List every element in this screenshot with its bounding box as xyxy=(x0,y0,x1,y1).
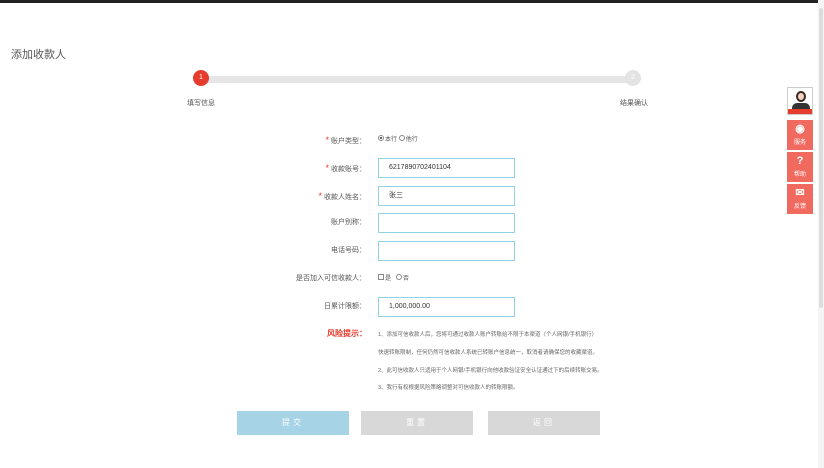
checkbox-trusted-yes[interactable] xyxy=(378,274,384,281)
step-indicator: 1 2 xyxy=(193,70,643,90)
eye-icon: ◉ xyxy=(795,123,805,135)
risk-line: 1、添加可信收款人后，您将可通过收款人账户转账给不限于本渠道（个人网银/手机银行… xyxy=(378,332,598,338)
daily-limit-input[interactable]: 1,000,000.00 xyxy=(378,297,515,317)
service-avatar[interactable] xyxy=(787,87,813,115)
daily-limit-label: 日累计限额： xyxy=(324,303,366,310)
account-no-input[interactable]: 6217890702401104 xyxy=(378,158,515,178)
step-2-label: 结果确认 xyxy=(620,100,648,107)
account-type-radios: 本行 他行 xyxy=(378,130,418,150)
trusted-options: 是 否 xyxy=(378,269,409,289)
daily-limit-row: 日累计限额： 1,000,000.00 xyxy=(0,297,824,317)
step-1-dot: 1 xyxy=(193,70,209,86)
step-2-dot: 2 xyxy=(625,70,641,86)
step-1-label: 填写信息 xyxy=(187,100,215,107)
scrollbar[interactable] xyxy=(818,0,824,468)
alias-row: 账户别称： xyxy=(0,213,824,233)
payee-name-label: * 收款人姓名： xyxy=(318,191,366,201)
submit-button[interactable]: 提交 xyxy=(237,411,349,435)
page-title: 添加收款人 xyxy=(11,49,66,61)
trusted-row: 是否加入可信收款人： 是 否 xyxy=(0,269,824,289)
sidebar-service-button[interactable]: ◉ 服务 xyxy=(787,120,813,150)
radio-local-bank[interactable] xyxy=(378,135,384,142)
avatar-head xyxy=(796,91,806,102)
payee-name-row: * 收款人姓名： 张三 xyxy=(0,186,824,206)
scrollbar-thumb[interactable] xyxy=(819,8,823,308)
question-icon: ? xyxy=(796,155,804,167)
radio-trusted-no[interactable] xyxy=(396,274,403,281)
sidebar-help-button[interactable]: ? 帮助 xyxy=(787,152,813,182)
trusted-label: 是否加入可信收款人： xyxy=(296,275,366,282)
reset-button[interactable]: 重置 xyxy=(361,411,473,435)
radio-other-bank[interactable] xyxy=(398,135,405,142)
risk-line: 快速转账限制，任何仍然可信收款人系统已转账户信息统一，取消者请确保您的收藏渠道。 xyxy=(378,350,599,356)
risk-line: 2、此可信收款人只适用于个人网银/手机银行向他收款验证安全认证通过下的后续转账交… xyxy=(378,368,603,374)
top-divider xyxy=(0,0,824,3)
sidebar-feedback-button[interactable]: ✉ 反馈 xyxy=(787,184,813,214)
phone-label: 电话号码： xyxy=(331,247,366,254)
alias-input[interactable] xyxy=(378,213,515,233)
phone-row: 电话号码： xyxy=(0,241,824,261)
account-no-label: * 收款账号： xyxy=(325,163,366,173)
alias-label: 账户别称： xyxy=(331,219,366,226)
step-track xyxy=(201,76,633,83)
account-type-row: * 账户类型： 本行 他行 xyxy=(0,130,824,150)
phone-input[interactable] xyxy=(378,241,515,261)
account-no-row: * 收款账号： 6217890702401104 xyxy=(0,158,824,178)
risk-title: 风险提示： xyxy=(327,329,367,338)
avatar-tag xyxy=(788,109,812,114)
back-button[interactable]: 返回 xyxy=(488,411,600,435)
payee-name-input[interactable]: 张三 xyxy=(378,186,515,206)
mail-icon: ✉ xyxy=(795,187,805,199)
account-type-label: * 账户类型： xyxy=(325,135,366,145)
risk-line: 3、我行有权根据风险策略调整对可信收款人的转账限额。 xyxy=(378,385,519,391)
